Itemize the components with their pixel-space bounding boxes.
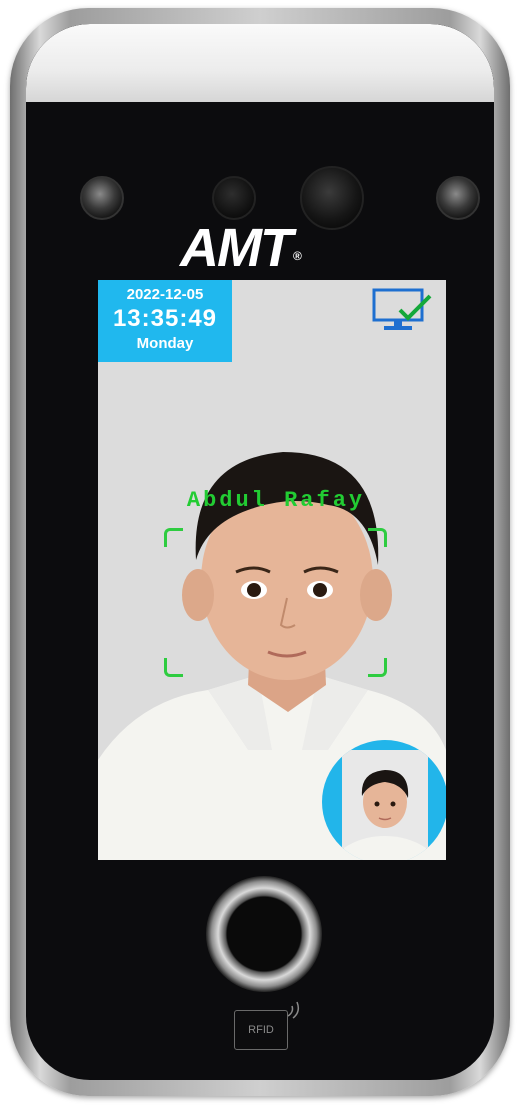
face-frame-corner-bottom-right <box>368 658 387 677</box>
monitor-check-icon <box>372 288 432 330</box>
registered-photo-image <box>342 750 428 860</box>
wireless-waves-icon <box>287 1001 300 1019</box>
ir-light-right <box>436 176 480 220</box>
face-frame-corner-top-left <box>164 528 183 547</box>
face-frame-corner-bottom-left <box>164 658 183 677</box>
brand-logo-text: AMT <box>180 218 293 278</box>
fingerprint-sensor[interactable] <box>206 876 322 992</box>
top-glass-strip <box>26 24 494 102</box>
registered-mark: ® <box>292 249 302 263</box>
camera-lens-small <box>212 176 256 220</box>
face-recognition-terminal: AMT ® 2022-12-05 13:35:49 Monday Abdul R… <box>10 8 510 1096</box>
time-text: 13:35:49 <box>112 305 218 332</box>
rfid-reader-label: RFID <box>234 1010 288 1050</box>
day-text: Monday <box>136 335 194 352</box>
registered-photo-thumbnail <box>322 740 446 860</box>
datetime-panel: 2022-12-05 13:35:49 Monday <box>98 280 232 362</box>
date-text: 2022-12-05 <box>126 286 204 303</box>
brand-logo: AMT ® <box>180 218 350 278</box>
display-screen: 2022-12-05 13:35:49 Monday Abdul Rafay <box>98 280 446 860</box>
recognized-name-label: Abdul Rafay <box>186 488 366 513</box>
ir-light-left <box>80 176 124 220</box>
face-frame-corner-top-right <box>368 528 387 547</box>
